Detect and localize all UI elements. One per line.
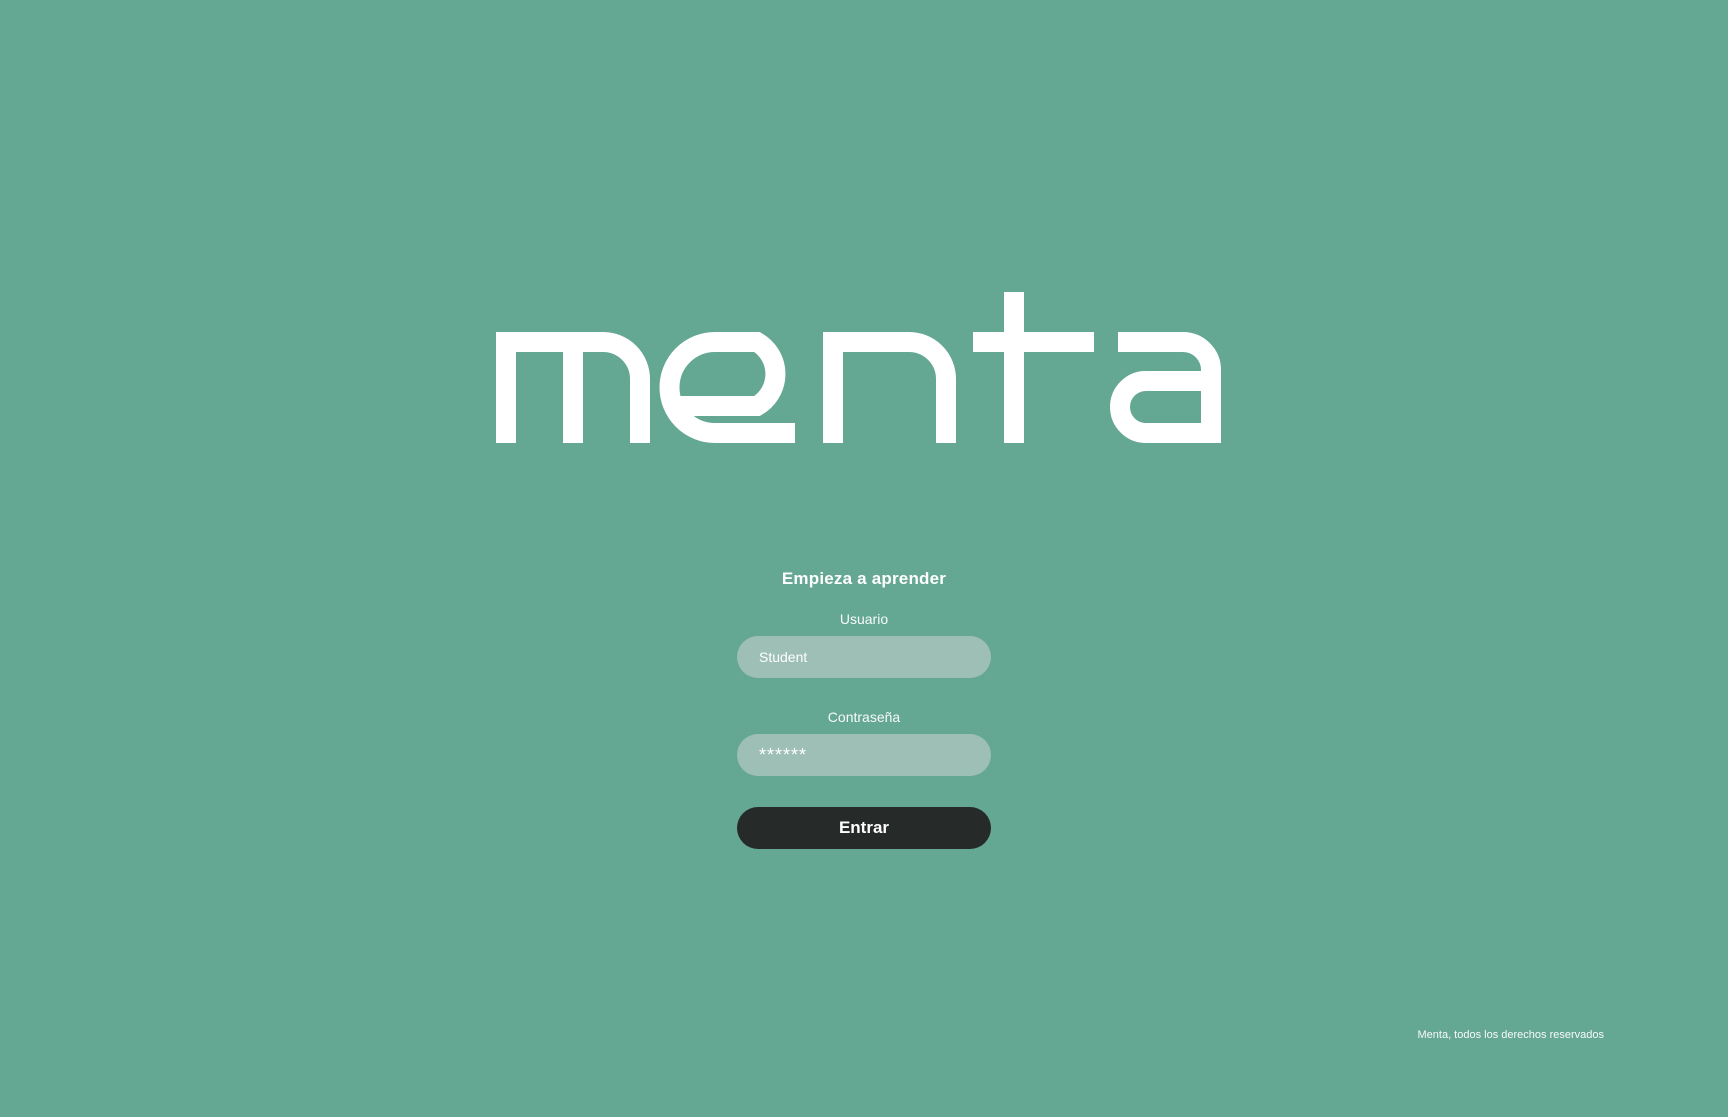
password-input[interactable]	[737, 734, 991, 776]
menta-logo-text: menta	[496, 300, 499, 303]
menta-logo-wordmark: menta	[496, 292, 1221, 443]
login-title: Empieza a aprender	[781, 569, 947, 588]
enter-button[interactable]: Entrar	[737, 807, 991, 849]
username-input[interactable]	[737, 636, 991, 678]
login-form: Empieza a aprender Usuario Contraseña En…	[737, 568, 991, 849]
menta-logo: menta	[496, 292, 1232, 443]
username-label: Usuario	[839, 611, 889, 627]
password-label: Contraseña	[827, 709, 901, 725]
footer-copyright: Menta, todos los derechos reservados	[1417, 1029, 1605, 1041]
